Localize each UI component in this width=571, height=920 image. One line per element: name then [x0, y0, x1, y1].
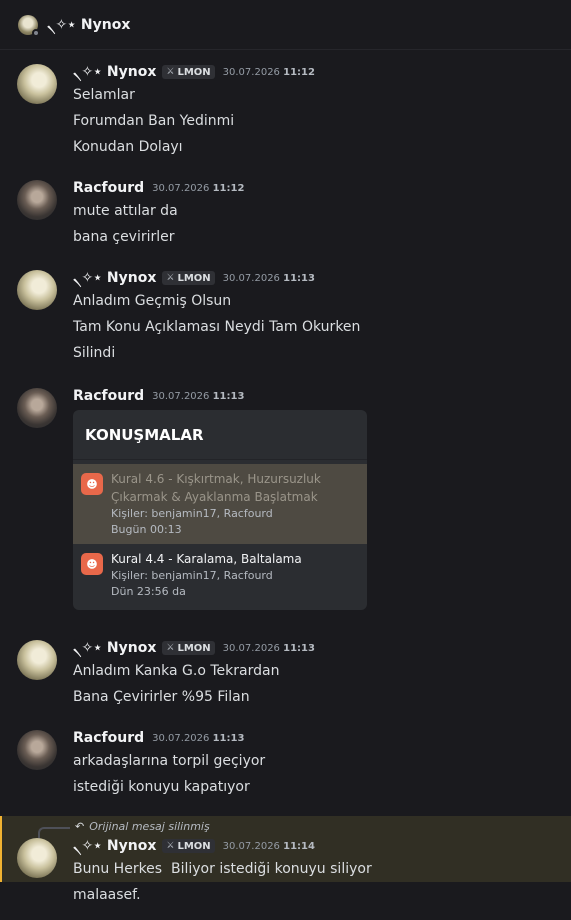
ticket-icon: ☻	[81, 553, 103, 575]
message-line: Anladım Geçmiş Olsun	[73, 293, 232, 309]
message: ৲✧⋆ Nynox ⚔ LMON 30.07.2026 11:12 Selamla…	[0, 62, 571, 160]
author-name[interactable]: ৲✧⋆ Nynox	[73, 266, 156, 290]
message-line: bana çevirirler	[73, 229, 175, 245]
sword-icon: ⚔	[166, 67, 175, 77]
message: Racfourd 30.07.2026 11:13 arkadaşlarına …	[0, 728, 571, 800]
message-line: Selamlar	[73, 87, 135, 103]
timestamp: 30.07.2026 11:12	[152, 182, 245, 194]
embed-row-title: Kural 4.6 - Kışkırtmak, Huzursuzluk	[111, 472, 321, 486]
author-name[interactable]: ৲✧⋆ Nynox	[73, 834, 156, 858]
embed-row[interactable]: ☻ Kural 4.6 - Kışkırtmak, Huzursuzluk Çı…	[73, 464, 367, 544]
timestamp: 30.07.2026 11:13	[222, 272, 315, 284]
embed-row-time: Dün 23:56 da	[111, 585, 186, 598]
avatar[interactable]	[17, 838, 57, 878]
author-name[interactable]: ৲✧⋆ Nynox	[73, 60, 156, 84]
embed-row-people: Kişiler: benjamin17, Racfourd	[111, 569, 273, 582]
timestamp: 30.07.2026 11:13	[152, 390, 245, 402]
avatar[interactable]	[17, 270, 57, 310]
timestamp: 30.07.2026 11:12	[222, 66, 315, 78]
author-name[interactable]: Racfourd	[73, 730, 144, 746]
embed-row[interactable]: ☻ Kural 4.4 - Karalama, Baltalama Kişile…	[73, 544, 367, 606]
avatar[interactable]	[17, 388, 57, 428]
message-line: Forumdan Ban Yedinmi	[73, 113, 235, 129]
embed-title: KONUŞMALAR	[73, 410, 367, 460]
role-tag[interactable]: ⚔ LMON	[162, 641, 215, 655]
sword-icon: ⚔	[166, 643, 175, 653]
role-tag[interactable]: ⚔ LMON	[162, 65, 215, 79]
embed-row-title: Çıkarmak & Ayaklanma Başlatmak	[111, 490, 318, 504]
timestamp: 30.07.2026 11:14	[222, 840, 315, 852]
conversations-embed: KONUŞMALAR ☻ Kural 4.6 - Kışkırtmak, Huz…	[73, 410, 367, 610]
embed-row-people: Kişiler: benjamin17, Racfourd	[111, 507, 273, 520]
timestamp: 30.07.2026 11:13	[222, 642, 315, 654]
status-dot	[32, 28, 40, 37]
avatar[interactable]	[17, 64, 57, 104]
message: ৲✧⋆ Nynox ⚔ LMON 30.07.2026 11:13 Anladım…	[0, 638, 571, 710]
timestamp: 30.07.2026 11:13	[152, 732, 245, 744]
role-tag[interactable]: ⚔ LMON	[162, 839, 215, 853]
avatar[interactable]	[17, 180, 57, 220]
channel-title: ৲✧⋆ Nynox	[47, 16, 131, 33]
embed-row-title: Kural 4.4 - Karalama, Baltalama	[111, 552, 302, 566]
channel-header: ৲✧⋆ Nynox	[0, 0, 571, 50]
message-line: Bunu Herkes Biliyor istediği konuyu sili…	[73, 861, 372, 877]
message-line: Bana Çevirirler %95 Filan	[73, 689, 250, 705]
message: ৲✧⋆ Nynox ⚔ LMON 30.07.2026 11:14 Bunu He…	[2, 836, 571, 882]
highlighted-message: ↶ Orijinal mesaj silinmiş ৲✧⋆ Nynox ⚔ LMO…	[0, 816, 571, 882]
author-name[interactable]: ৲✧⋆ Nynox	[73, 636, 156, 660]
sword-icon: ⚔	[166, 273, 175, 283]
reply-arrow-icon: ↶	[75, 819, 85, 833]
message-line: Anladım Kanka G.o Tekrardan	[73, 663, 280, 679]
role-tag[interactable]: ⚔ LMON	[162, 271, 215, 285]
author-name[interactable]: Racfourd	[73, 388, 144, 404]
message: Racfourd 30.07.2026 11:13 KONUŞMALAR ☻ K…	[0, 386, 571, 610]
message-line: istediği konuyu kapatıyor	[73, 779, 250, 795]
avatar[interactable]	[17, 730, 57, 770]
message-line: malaasef.	[73, 887, 141, 903]
message-line: Silindi	[73, 345, 116, 361]
message: Racfourd 30.07.2026 11:12 mute attılar d…	[0, 178, 571, 250]
message-line: Konudan Dolayı	[73, 139, 183, 155]
header-avatar[interactable]	[18, 14, 40, 37]
author-name[interactable]: Racfourd	[73, 180, 144, 196]
message-line: mute attılar da	[73, 203, 178, 219]
avatar[interactable]	[17, 640, 57, 680]
message-continuation: malaasef.	[0, 882, 571, 908]
message-line: arkadaşlarına torpil geçiyor	[73, 753, 266, 769]
embed-row-time: Bugün 00:13	[111, 523, 182, 536]
message: ৲✧⋆ Nynox ⚔ LMON 30.07.2026 11:13 Anladım…	[0, 268, 571, 366]
ticket-icon: ☻	[81, 473, 103, 495]
message-line: Tam Konu Açıklaması Neydi Tam Okurken	[73, 319, 361, 335]
sword-icon: ⚔	[166, 841, 175, 851]
reply-preview[interactable]: ↶ Orijinal mesaj silinmiş	[2, 816, 571, 836]
